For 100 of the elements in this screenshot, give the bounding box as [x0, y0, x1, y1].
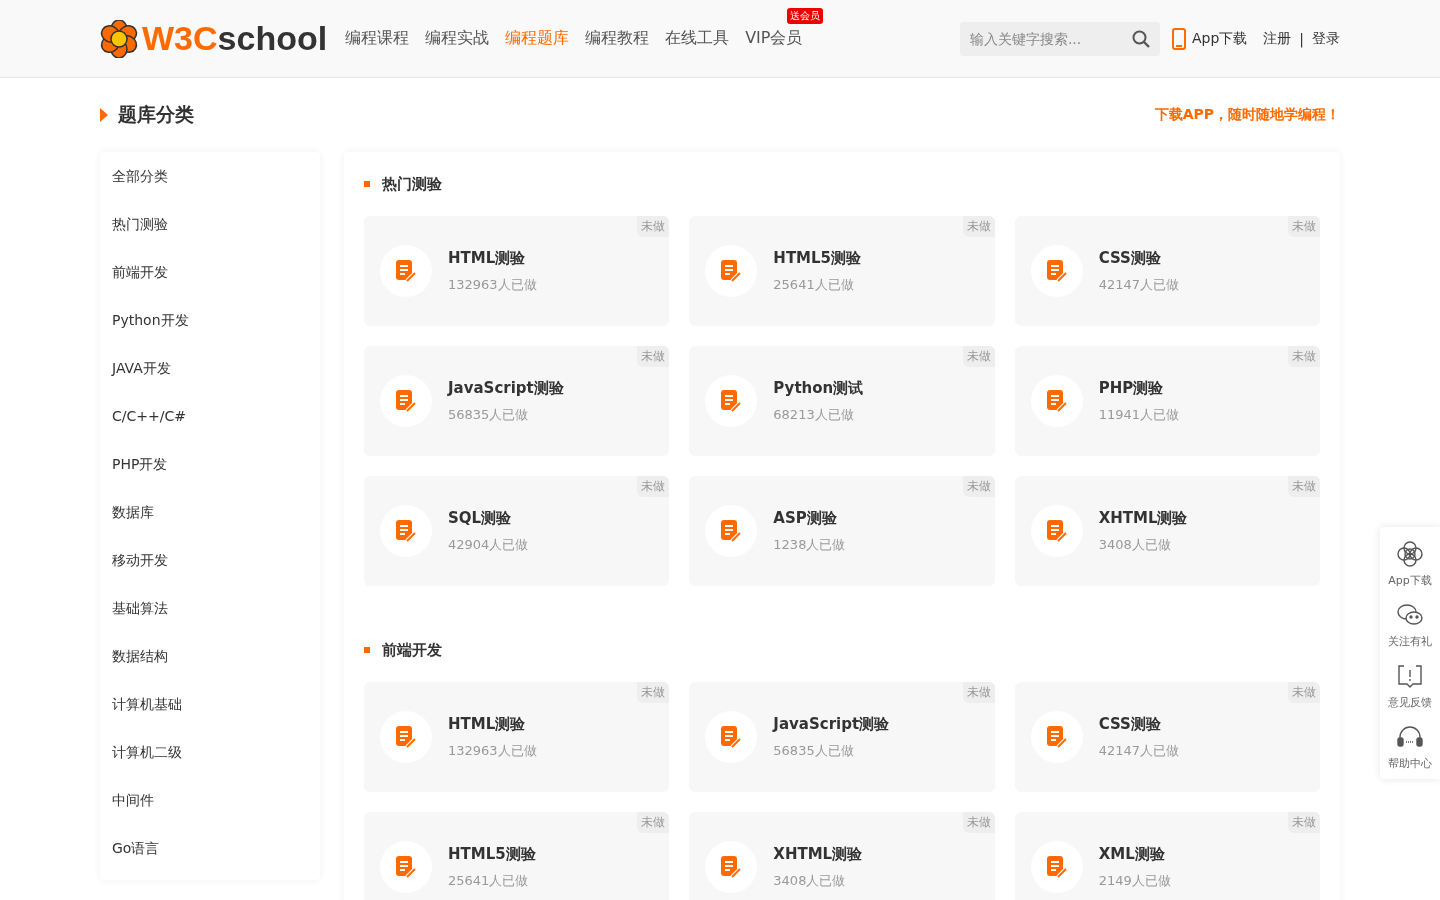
quiz-count: 42147人已做 [1098, 741, 1179, 760]
quiz-card[interactable]: Python测试 68213人已做 未做 [689, 346, 995, 456]
document-pencil-icon [394, 389, 418, 413]
quiz-count: 2149人已做 [1098, 871, 1171, 890]
status-tag: 未做 [962, 216, 995, 237]
sidebar-item[interactable]: 前端开发 [100, 248, 320, 296]
quiz-card[interactable]: HTML5测验 25641人已做 未做 [364, 812, 670, 900]
quiz-count: 132963人已做 [448, 275, 537, 294]
quiz-card[interactable]: XHTML测验 3408人已做 未做 [689, 812, 995, 900]
sidebar-item[interactable]: JAVA开发 [100, 344, 320, 392]
document-pencil-icon [719, 855, 744, 879]
quiz-card[interactable]: PHP测验 11941人已做 未做 [1014, 346, 1320, 456]
quiz-title: XHTML测验 [1098, 508, 1188, 528]
phone-icon [1171, 27, 1186, 50]
triangle-icon [100, 108, 108, 122]
quiz-count: 56835人已做 [773, 741, 855, 760]
document-pencil-icon [1044, 259, 1069, 283]
register-link[interactable]: 注册 [1263, 29, 1292, 48]
status-tag: 未做 [1288, 682, 1320, 703]
lion-flower-logo-icon [100, 19, 138, 58]
quiz-title: XHTML测验 [773, 844, 863, 864]
status-tag: 未做 [1288, 476, 1320, 497]
quiz-title: JavaScript测验 [448, 378, 564, 398]
status-tag: 未做 [637, 216, 670, 237]
document-pencil-icon [1044, 389, 1069, 413]
quiz-title: CSS测验 [1098, 714, 1162, 734]
document-pencil-icon [1044, 855, 1069, 879]
quiz-count: 11941人已做 [1098, 405, 1179, 424]
quiz-card[interactable]: JavaScript测验 56835人已做 未做 [364, 346, 670, 456]
document-pencil-icon [394, 855, 418, 879]
document-pencil-icon [719, 519, 744, 543]
quiz-title: HTML5测验 [773, 248, 862, 268]
page-title: 题库分类 [118, 102, 194, 127]
quiz-count: 25641人已做 [448, 871, 530, 890]
square-icon [364, 181, 370, 187]
status-tag: 未做 [962, 346, 995, 367]
quiz-card[interactable]: CSS测验 42147人已做 未做 [1014, 216, 1320, 326]
quiz-count: 3408人已做 [1098, 535, 1172, 554]
quiz-card[interactable]: HTML测验 132963人已做 未做 [364, 216, 670, 326]
toolbar-item[interactable]: 关注有礼 [1388, 600, 1432, 649]
sidebar-item[interactable]: 热门测验 [100, 200, 320, 248]
section-title: 热门测验 [382, 174, 442, 194]
quiz-title: SQL测验 [448, 508, 513, 528]
nav-link[interactable]: 编程课程 [345, 28, 410, 47]
document-pencil-icon [394, 519, 418, 543]
sidebar-item[interactable]: 基础算法 [100, 584, 320, 632]
status-tag: 未做 [637, 346, 670, 367]
status-tag: 未做 [1288, 346, 1320, 367]
nav-link[interactable]: 在线工具 [665, 28, 730, 47]
nav-link[interactable]: VIP会员 [745, 28, 803, 47]
quiz-count: 42147人已做 [1098, 275, 1179, 294]
quiz-card[interactable]: XML测验 2149人已做 未做 [1014, 812, 1320, 900]
promo-badge: 送会员 [787, 8, 824, 24]
sidebar-item[interactable]: 数据库 [100, 488, 320, 536]
logo-text[interactable]: W3Cschool [142, 19, 328, 58]
toolbar-item[interactable]: 帮助中心 [1388, 722, 1432, 771]
quiz-count: 25641人已做 [773, 275, 855, 294]
quiz-title: HTML测验 [448, 714, 527, 734]
section-title: 前端开发 [382, 640, 442, 660]
square-icon [364, 647, 370, 653]
status-tag: 未做 [962, 682, 995, 703]
status-tag: 未做 [962, 812, 995, 833]
quiz-card[interactable]: CSS测验 42147人已做 未做 [1014, 682, 1320, 792]
toolbar-item[interactable]: App下载 [1388, 539, 1432, 588]
search-field[interactable]: 输入关键字搜索... [959, 21, 1160, 56]
status-tag: 未做 [962, 476, 995, 497]
sidebar-item[interactable]: 计算机二级 [100, 728, 320, 776]
app-download-link[interactable]: App下载 [1171, 27, 1248, 50]
status-tag: 未做 [1288, 812, 1320, 833]
flower-logo-icon [1395, 539, 1425, 569]
toolbar-item[interactable]: 意见反馈 [1388, 661, 1432, 710]
quiz-card[interactable]: HTML5测验 25641人已做 未做 [689, 216, 995, 326]
sidebar-item[interactable]: 中间件 [100, 776, 320, 824]
nav-link[interactable]: 编程实战 [425, 28, 490, 47]
quiz-count: 1238人已做 [773, 535, 846, 554]
sidebar-item[interactable]: Go语言 [100, 824, 320, 872]
quiz-title: PHP测验 [1098, 378, 1165, 398]
sidebar-item[interactable]: 移动开发 [100, 536, 320, 584]
quiz-count: 68213人已做 [773, 405, 855, 424]
sidebar-item[interactable]: PHP开发 [100, 440, 320, 488]
document-pencil-icon [719, 259, 744, 283]
sidebar-item[interactable]: Python开发 [100, 296, 320, 344]
sidebar-item[interactable]: C/C++/C# [100, 392, 320, 440]
sidebar-item[interactable]: 全部分类 [100, 152, 320, 200]
quiz-title: JavaScript测验 [773, 714, 890, 734]
status-tag: 未做 [1288, 216, 1320, 237]
document-pencil-icon [394, 725, 418, 749]
quiz-card[interactable]: XHTML测验 3408人已做 未做 [1014, 476, 1320, 586]
quiz-card[interactable]: HTML测验 132963人已做 未做 [364, 682, 670, 792]
quiz-title: HTML5测验 [448, 844, 536, 864]
document-pencil-icon [719, 725, 744, 749]
sidebar-item[interactable]: 计算机基础 [100, 680, 320, 728]
nav-link[interactable]: 编程教程 [585, 28, 650, 47]
quiz-card[interactable]: JavaScript测验 56835人已做 未做 [689, 682, 995, 792]
search-icon[interactable] [1131, 29, 1150, 48]
sidebar-item[interactable]: 数据结构 [100, 632, 320, 680]
quiz-card[interactable]: ASP测验 1238人已做 未做 [689, 476, 995, 586]
document-pencil-icon [719, 389, 744, 413]
quiz-card[interactable]: SQL测验 42904人已做 未做 [364, 476, 670, 586]
login-link[interactable]: 登录 [1312, 29, 1340, 48]
